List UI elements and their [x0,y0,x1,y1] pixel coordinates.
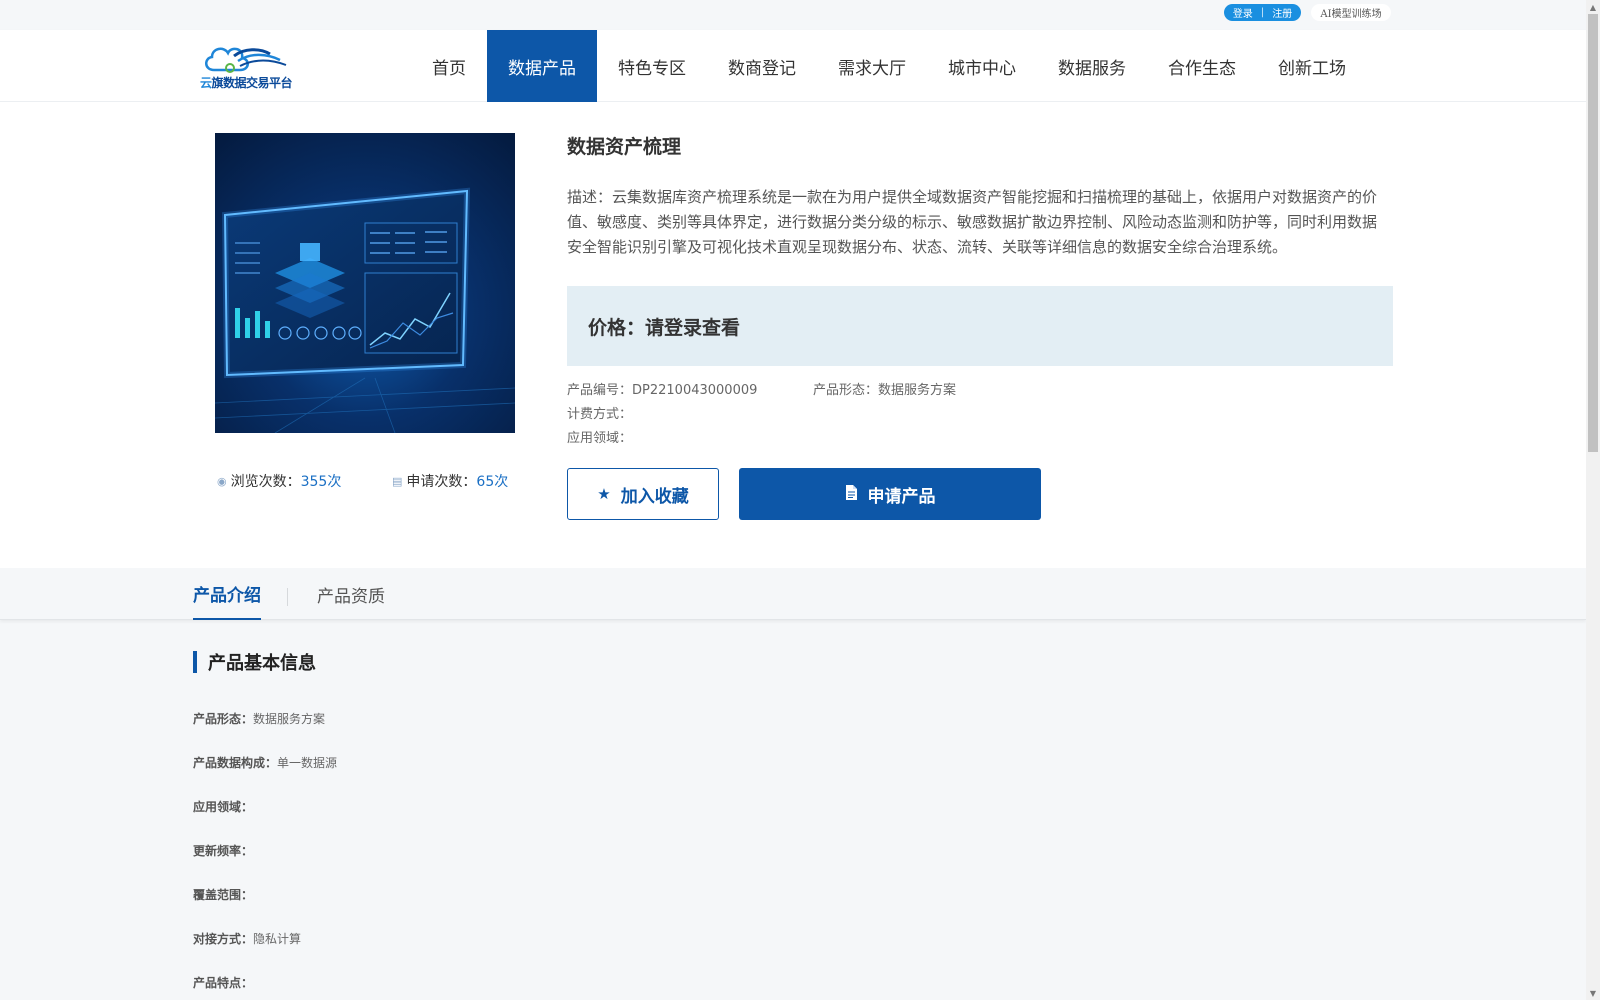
page-scrollbar[interactable]: ▲ ▼ [1586,0,1600,1000]
logo-cloud-icon [205,47,287,73]
applies-count: 65次 [476,474,509,490]
info-row: 产品特点： [193,974,253,991]
product-form: 产品形态：数据服务方案 [813,383,957,398]
main-nav: 首页 数据产品 特色专区 数商登记 需求大厅 城市中心 数据服务 合作生态 创新工场 [411,30,1367,102]
eye-icon: ◉ [217,474,227,488]
auth-pill: 登录 | 注册 [1224,4,1301,21]
info-row: 对接方式：隐私计算 [193,930,301,947]
info-row-value: 隐私计算 [253,932,302,946]
info-row: 更新频率： [193,842,253,859]
add-favorite-button[interactable]: ★ 加入收藏 [567,468,719,520]
nav-item[interactable]: 数商登记 [707,30,817,102]
main-header: 云旗数据交易平台 首页 数据产品 特色专区 数商登记 需求大厅 城市中心 数据服务 合作生态创… [0,30,1586,102]
add-favorite-label: 加入收藏 [620,486,689,507]
views-count: 355次 [300,474,342,490]
scrollbar-thumb[interactable] [1588,14,1598,452]
form-icon: ▤ [392,474,403,488]
site-logo[interactable]: 云旗数据交易平台 [200,40,296,92]
nav-item[interactable]: 合作生态 [1147,30,1257,102]
info-row-key: 更新频率： [193,844,254,858]
scroll-up-arrow-icon[interactable]: ▲ [1586,0,1600,14]
price-box: 价格：请登录查看 [567,286,1393,366]
logo-text: 云旗数据交易平台 [200,76,293,90]
info-row: 产品形态：数据服务方案 [193,710,325,727]
tab-product-intro[interactable]: 产品介绍 [193,568,261,620]
nav-item[interactable]: 城市中心 [927,30,1037,102]
star-icon: ★ [597,485,611,503]
product-summary: ◉ 浏览次数： 355次 ▤ 申请次数： 65次 数据资产梳理 描述：云集数据库… [0,102,1586,568]
product-image [215,133,515,433]
info-row: 覆盖范围： [193,886,253,903]
auth-separator: | [1260,7,1265,18]
dashboard-illustration [215,187,515,433]
info-row-value: 数据服务方案 [253,712,326,726]
info-row-key: 应用领域： [193,800,254,814]
views-label: 浏览次数： [230,474,301,490]
document-icon [845,484,858,504]
billing-method: 计费方式： [567,407,633,422]
basic-info-title: 产品基本信息 [193,651,316,674]
nav-item[interactable]: 特色专区 [597,30,707,102]
tab-divider [287,588,288,606]
applies-label: 申请次数： [406,474,477,490]
nav-item[interactable]: 创新工场 [1257,30,1367,102]
views-stat: ◉ 浏览次数： 355次 [217,471,341,491]
ai-training-link[interactable]: AI模型训练场 [1311,4,1391,21]
info-row-value: 单一数据源 [277,756,338,770]
info-row-key: 产品形态： [193,712,254,726]
nav-item[interactable]: 数据服务 [1037,30,1147,102]
register-link[interactable]: 注册 [1268,5,1296,20]
nav-item[interactable]: 数据产品 [487,30,597,102]
info-row-key: 覆盖范围： [193,888,254,902]
info-row: 应用领域： [193,798,253,815]
info-row-key: 产品特点： [193,976,254,990]
product-title: 数据资产梳理 [567,136,682,158]
application-domain: 应用领域： [567,431,633,446]
apply-product-button[interactable]: 申请产品 [739,468,1041,520]
product-description: 描述：云集数据库资产梳理系统是一款在为用户提供全域数据资产智能挖掘和扫描梳理的基… [567,188,1378,256]
info-row-key: 对接方式： [193,932,254,946]
apply-product-label: 申请产品 [867,486,936,507]
info-row-key: 产品数据构成： [193,756,278,770]
detail-tabs: 产品介绍 产品资质 [0,568,1586,620]
info-row: 产品数据构成：单一数据源 [193,754,337,771]
login-link[interactable]: 登录 [1229,5,1257,20]
nav-item[interactable]: 需求大厅 [817,30,927,102]
scroll-down-arrow-icon[interactable]: ▼ [1586,986,1600,1000]
top-utility-bar: 登录 | 注册 AI模型训练场 [0,0,1586,30]
applies-stat: ▤ 申请次数： 65次 [392,471,508,491]
nav-item[interactable]: 首页 [411,30,487,102]
tab-product-qualification[interactable]: 产品资质 [317,568,385,620]
product-code: 产品编号：DP2210043000009 [567,383,758,398]
